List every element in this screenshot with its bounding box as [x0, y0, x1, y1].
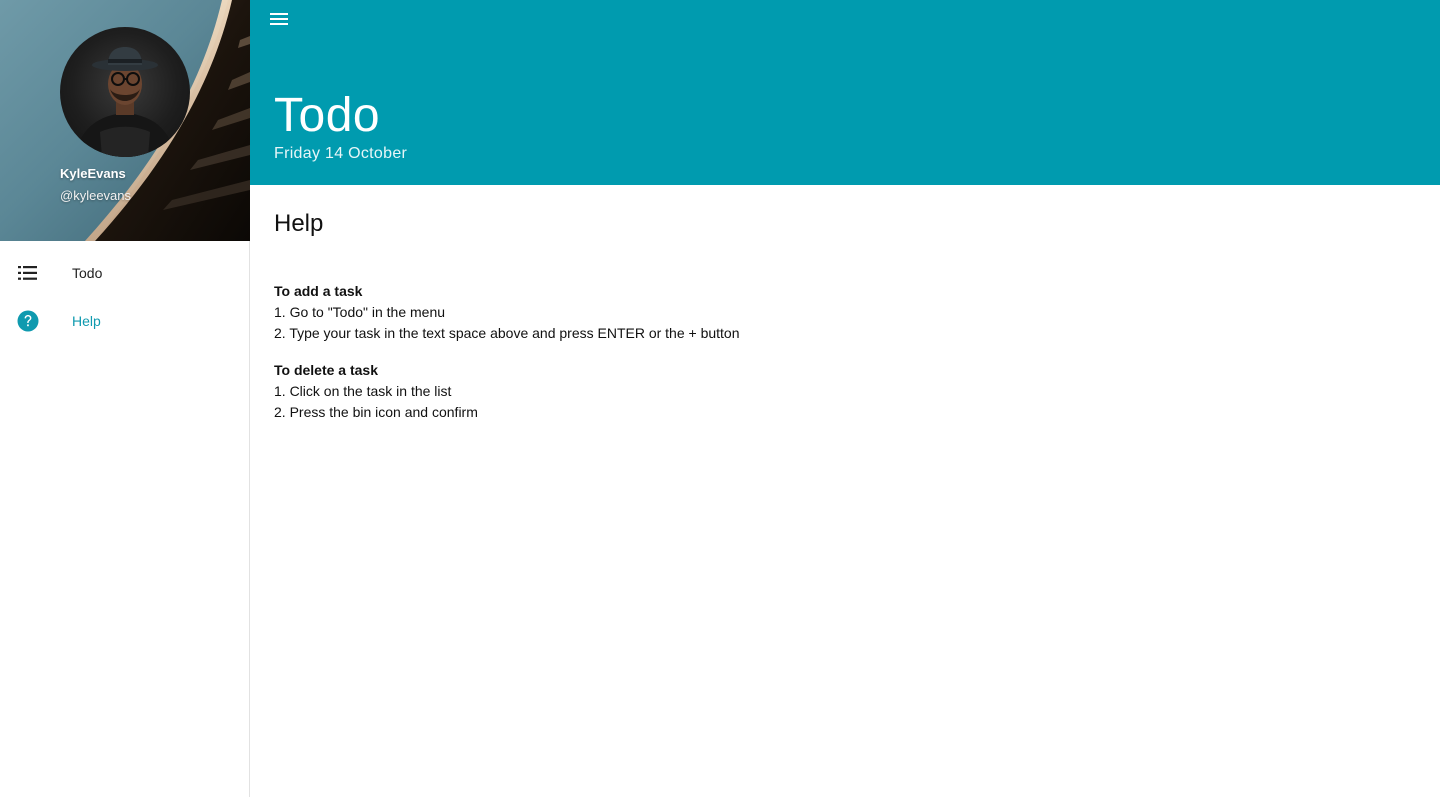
todo-app: KyleEvans @kyleevans Todo Help Todo Frid…: [0, 0, 1440, 797]
menu-button[interactable]: [266, 6, 292, 32]
help-section-delete-task: To delete a task 1. Click on the task in…: [274, 360, 478, 423]
section-heading: To add a task: [274, 283, 363, 299]
nav-item-help[interactable]: Help: [0, 297, 249, 345]
profile-handle: @kyleevans: [60, 188, 132, 203]
nav-label-help: Help: [72, 313, 101, 329]
help-section-add-task: To add a task 1. Go to "Todo" in the men…: [274, 281, 740, 344]
nav-list: Todo Help: [0, 249, 249, 345]
nav-item-todo[interactable]: Todo: [0, 249, 249, 297]
instruction-line: 2. Press the bin icon and confirm: [274, 404, 478, 420]
navigation-drawer: KyleEvans @kyleevans Todo Help: [0, 0, 250, 797]
list-icon: [17, 262, 39, 284]
profile-header: KyleEvans @kyleevans: [0, 0, 250, 241]
section-heading: To delete a task: [274, 362, 379, 378]
avatar-person-icon: [75, 47, 175, 157]
avatar: [60, 27, 190, 157]
app-header: Todo Friday 14 October: [250, 0, 1440, 185]
help-title: Help: [274, 210, 324, 237]
help-circle-icon: [17, 310, 39, 332]
profile-name: KyleEvans: [60, 166, 126, 181]
instruction-line: 1. Click on the task in the list: [274, 383, 452, 399]
page-title: Todo: [274, 89, 381, 142]
instruction-line: 1. Go to "Todo" in the menu: [274, 304, 446, 320]
current-date: Friday 14 October: [274, 145, 408, 162]
instruction-line: 2. Type your task in the text space abov…: [274, 325, 740, 341]
nav-label-todo: Todo: [72, 265, 103, 281]
hamburger-menu-icon: [270, 13, 288, 25]
